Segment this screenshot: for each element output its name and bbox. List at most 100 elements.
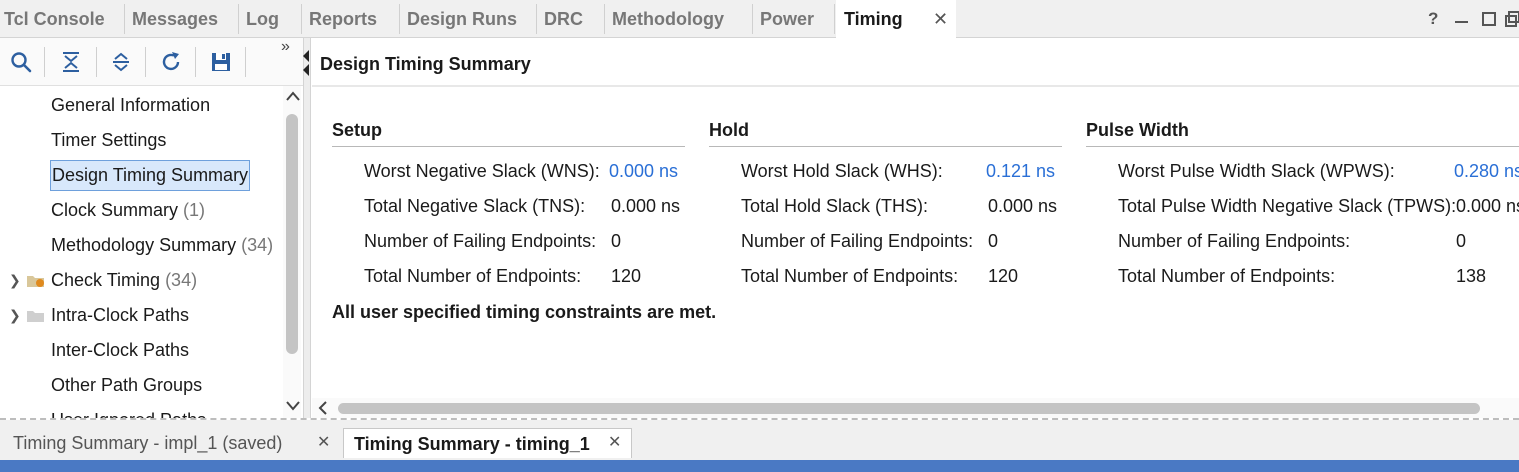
collapse-all-icon[interactable] <box>59 50 83 74</box>
search-icon[interactable] <box>9 50 33 74</box>
tab-label: Reports <box>309 9 378 29</box>
tree-item-label: General Information <box>51 95 211 115</box>
help-icon[interactable]: ? <box>1428 0 1438 38</box>
hold-failing-endpoints-value: 0 <box>988 231 999 251</box>
hold-label: Total Number of Endpoints: <box>741 266 959 286</box>
panel-splitter[interactable] <box>303 38 311 418</box>
folder-icon <box>27 311 44 322</box>
tree-item-label: Clock Summary <box>51 200 179 220</box>
setup-label: Total Negative Slack (TNS): <box>364 196 586 216</box>
pulse-label: Total Number of Endpoints: <box>1118 266 1336 286</box>
restore-icon[interactable] <box>1505 0 1519 38</box>
minimize-icon[interactable] <box>1454 0 1470 35</box>
setup-label: Number of Failing Endpoints: <box>364 231 597 251</box>
tree-item-label: User Ignored Paths <box>51 410 206 418</box>
close-tab-icon[interactable]: ✕ <box>933 0 948 38</box>
maximize-icon[interactable] <box>1481 0 1497 38</box>
tree-item-inter-clock-paths[interactable]: Inter-Clock Paths <box>51 333 189 368</box>
tree-item-design-timing-summary[interactable]: Design Timing Summary <box>50 160 251 191</box>
tab-divider <box>238 4 239 34</box>
tab-label: Methodology <box>612 9 724 29</box>
tree-item-timer-settings[interactable]: Timer Settings <box>51 123 166 158</box>
tab-divider <box>301 4 302 34</box>
tab-divider <box>752 4 753 34</box>
tree-item-label: Other Path Groups <box>51 375 203 395</box>
toolbar-divider <box>195 47 196 77</box>
pulse-label: Worst Pulse Width Slack (WPWS): <box>1118 161 1395 181</box>
pulse-failing-endpoints-value: 0 <box>1456 231 1467 251</box>
view-tab-bar: Tcl Console Messages Log Reports Design … <box>0 0 1519 39</box>
toolbar-divider <box>96 47 97 77</box>
tab-label: Log <box>246 9 279 29</box>
tab-tcl-console[interactable]: Tcl Console <box>0 0 105 38</box>
hold-heading: Hold <box>709 120 749 140</box>
tns-value: 0.000 ns <box>611 196 681 216</box>
status-accent-bar <box>0 460 1519 472</box>
tree-item-clock-summary[interactable]: Clock Summary (1) <box>51 193 205 228</box>
pulse-label: Number of Failing Endpoints: <box>1118 231 1351 251</box>
tab-divider <box>399 4 400 34</box>
tab-label: Design Runs <box>407 9 518 29</box>
tree-item-label: Inter-Clock Paths <box>51 340 190 360</box>
toolbar-divider <box>245 47 246 77</box>
pulse-total-endpoints-value: 138 <box>1456 266 1487 286</box>
save-icon[interactable] <box>209 50 233 74</box>
hold-label: Worst Hold Slack (WHS): <box>741 161 943 181</box>
tab-timing-summary-impl-1[interactable]: Timing Summary - impl_1 (saved) <box>13 428 282 458</box>
section-divider <box>709 146 1062 147</box>
tree-item-user-ignored-paths[interactable]: User Ignored Paths <box>51 403 206 418</box>
tab-label: Tcl Console <box>4 9 105 29</box>
tree-item-check-timing[interactable]: Check Timing (34) <box>51 263 197 298</box>
tab-drc[interactable]: DRC <box>540 0 583 38</box>
page-title: Design Timing Summary <box>320 54 531 74</box>
tree-item-general-information[interactable]: General Information <box>51 88 210 123</box>
tree-item-intra-clock-paths[interactable]: Intra-Clock Paths <box>51 298 189 333</box>
whs-value-link[interactable]: 0.121 ns <box>986 161 1055 182</box>
setup-label: Total Number of Endpoints: <box>364 266 582 286</box>
tab-log[interactable]: Log <box>242 0 279 38</box>
tab-label: Power <box>760 9 815 29</box>
tree-item-label: Check Timing <box>51 270 161 290</box>
item-count: (34) <box>241 235 274 255</box>
tree-item-methodology-summary[interactable]: Methodology Summary (34) <box>51 228 273 263</box>
expand-all-icon[interactable] <box>109 50 133 74</box>
toolbar-overflow-icon[interactable]: » <box>281 38 290 56</box>
title-divider <box>312 85 1519 87</box>
toolbar-divider <box>145 47 146 77</box>
close-tab-icon[interactable]: ✕ <box>317 428 330 458</box>
section-divider <box>1086 146 1519 147</box>
tab-label: Timing Summary - impl_1 (saved) <box>13 433 283 453</box>
section-divider <box>332 146 685 147</box>
tree-item-other-path-groups[interactable]: Other Path Groups <box>51 368 202 403</box>
scroll-up-icon[interactable] <box>286 88 300 104</box>
tab-reports[interactable]: Reports <box>305 0 377 38</box>
panel-horizontal-scrollbar[interactable] <box>312 398 1519 418</box>
scrollbar-thumb[interactable] <box>286 114 298 354</box>
scroll-down-icon[interactable] <box>286 398 300 414</box>
scrollbar-thumb[interactable] <box>338 403 1480 414</box>
toolbar-divider <box>44 47 45 77</box>
tab-timing-summary-timing-1[interactable]: Timing Summary - timing_1 <box>343 428 632 458</box>
close-tab-icon[interactable]: ✕ <box>608 428 621 458</box>
tab-messages[interactable]: Messages <box>128 0 218 38</box>
tab-design-runs[interactable]: Design Runs <box>403 0 517 38</box>
tab-power[interactable]: Power <box>756 0 814 38</box>
setup-total-endpoints-value: 120 <box>611 266 642 286</box>
tab-label: Timing Summary - timing_1 <box>354 434 590 454</box>
tab-divider <box>536 4 537 34</box>
refresh-icon[interactable] <box>159 50 183 74</box>
tab-methodology[interactable]: Methodology <box>608 0 724 38</box>
tree-item-label: Timer Settings <box>51 130 167 150</box>
chevron-right-icon[interactable]: ❯ <box>9 272 21 289</box>
folder-warning-icon <box>27 276 44 287</box>
tpws-value: 0.000 ns <box>1456 196 1519 216</box>
tree-vertical-scrollbar[interactable] <box>283 86 301 418</box>
pulse-width-heading: Pulse Width <box>1086 120 1189 140</box>
tree-item-label: Design Timing Summary <box>52 165 249 185</box>
wpws-value-link[interactable]: 0.280 ns <box>1454 161 1519 182</box>
chevron-right-icon[interactable]: ❯ <box>9 307 21 324</box>
report-tab-bar: Timing Summary - impl_1 (saved) ✕ Timing… <box>0 420 1519 460</box>
wns-value-link[interactable]: 0.000 ns <box>609 161 678 182</box>
report-navigation-tree: General Information Timer Settings Desig… <box>0 86 283 418</box>
constraints-met-message: All user specified timing constraints ar… <box>332 302 717 322</box>
